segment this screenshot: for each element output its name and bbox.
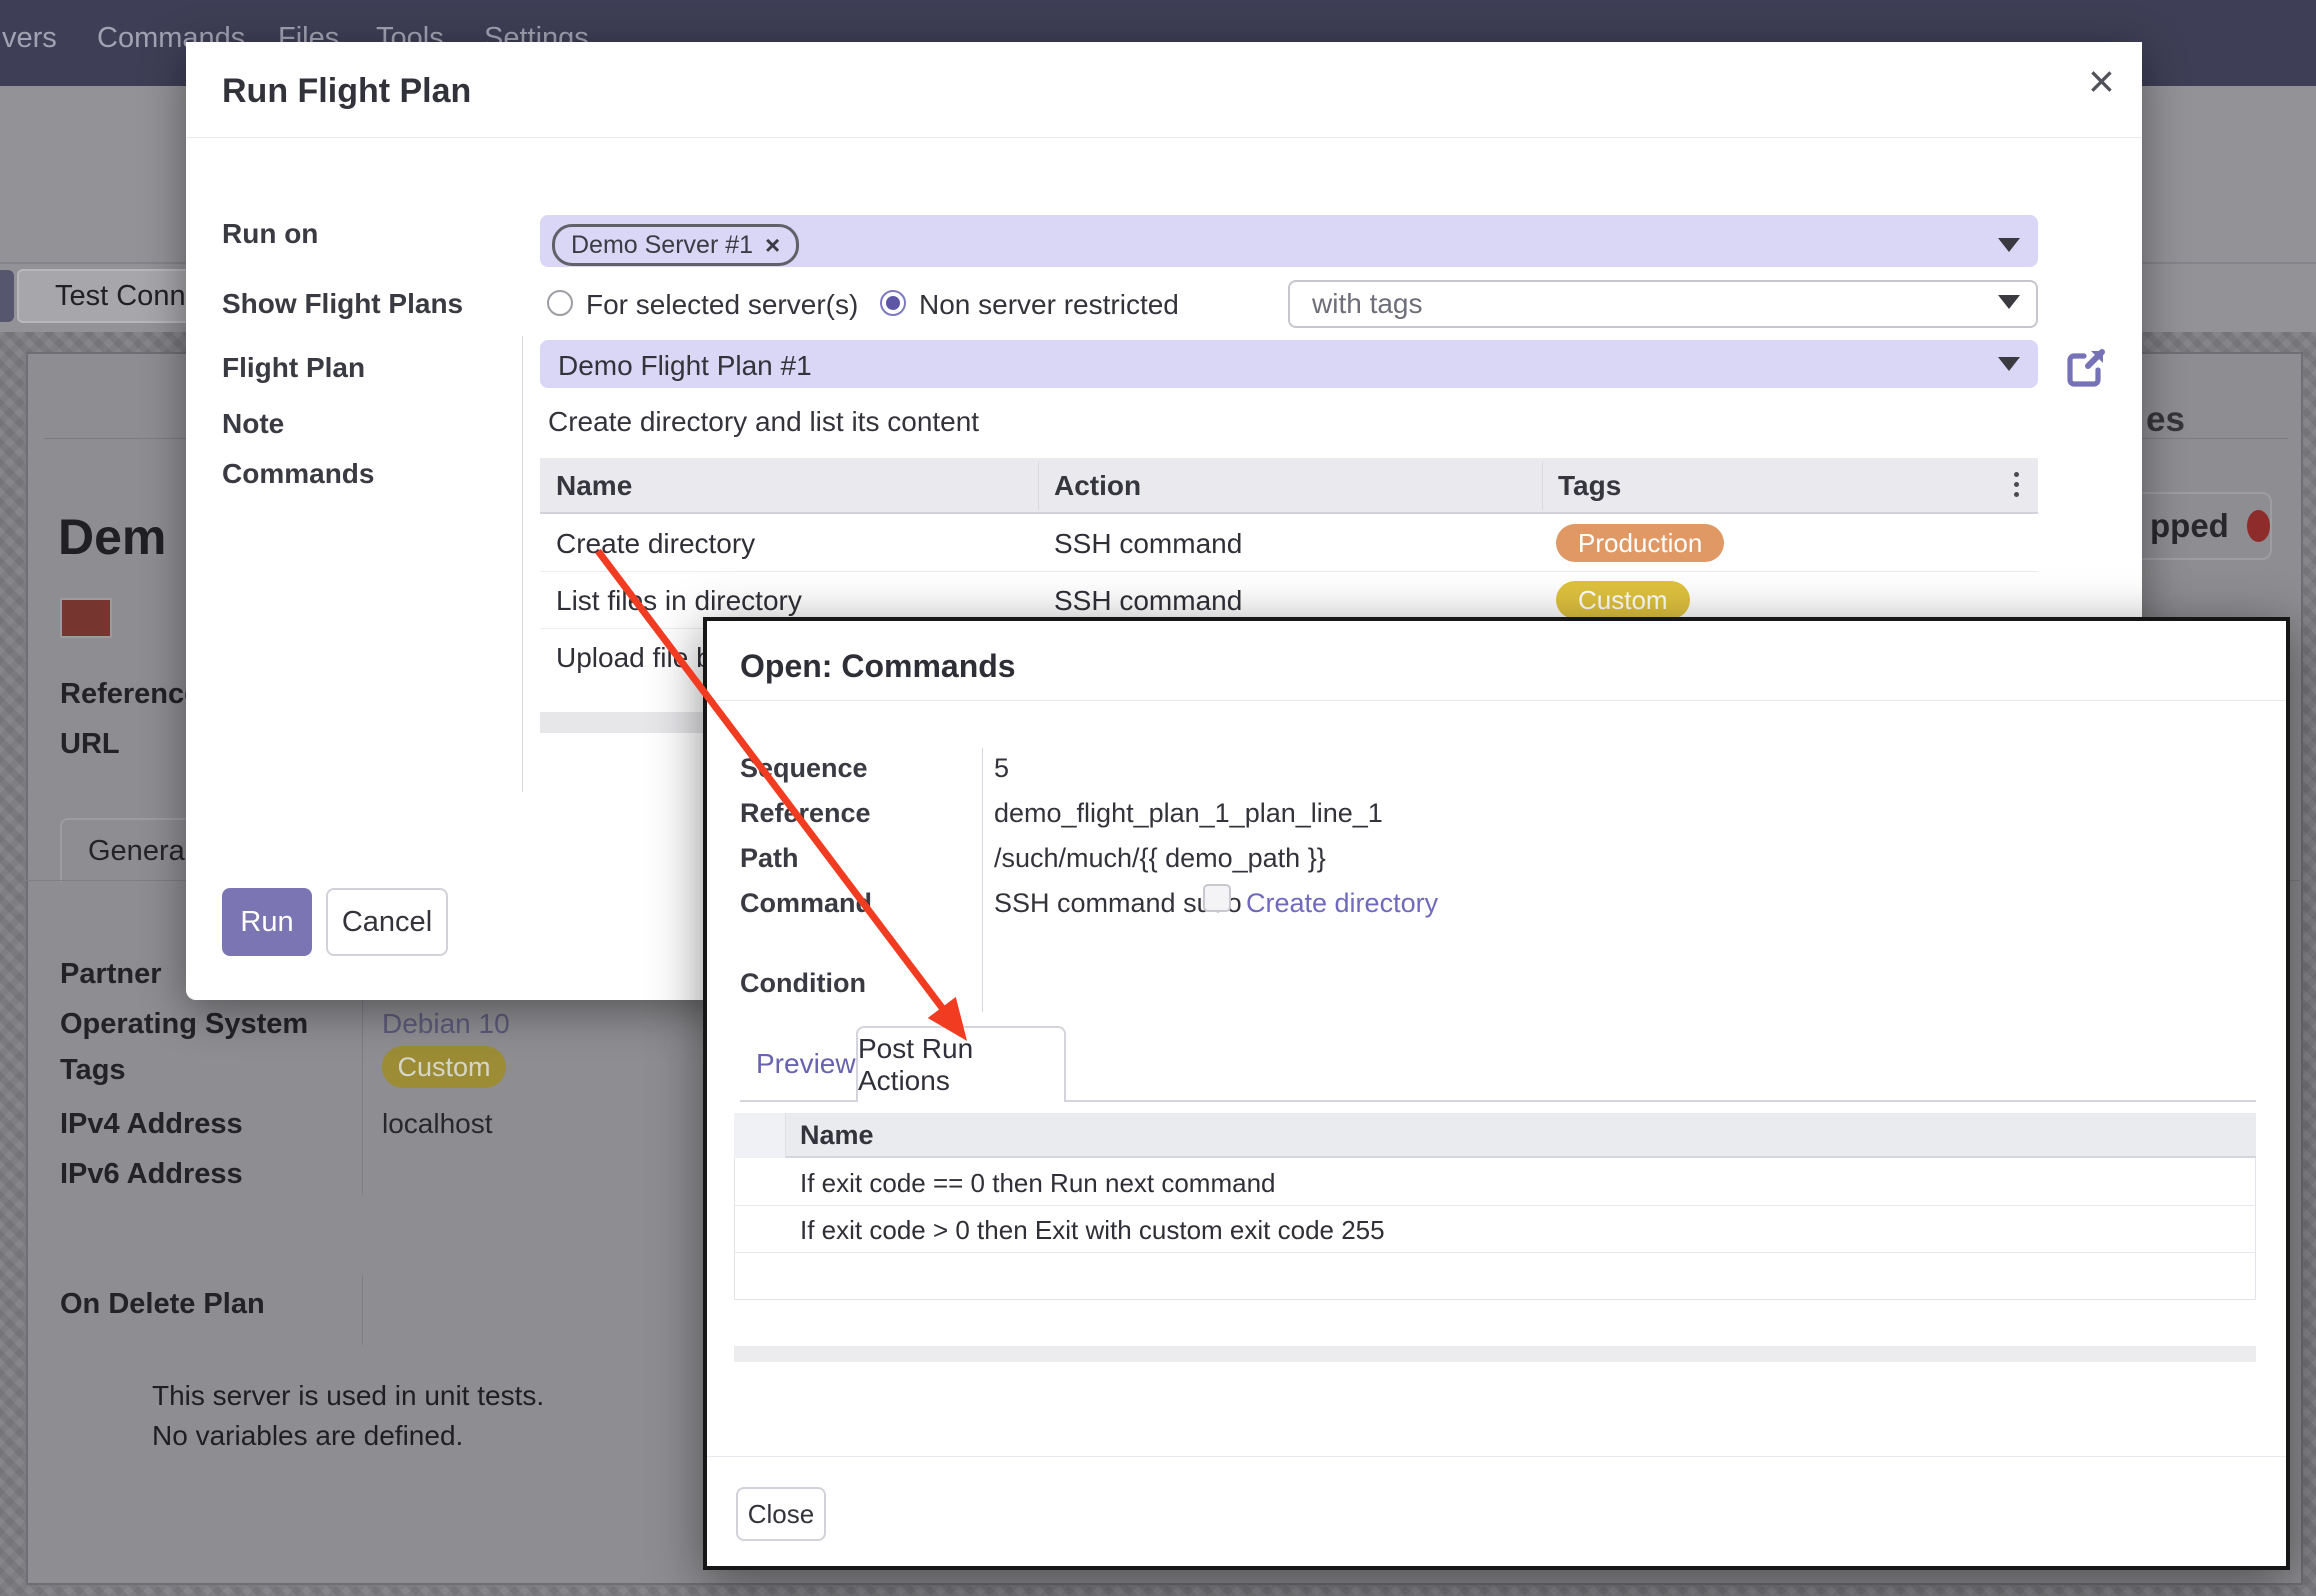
post-run-row[interactable]: If exit code > 0 then Exit with custom e… — [800, 1215, 1385, 1246]
operating-system-label: Operating System — [60, 1008, 308, 1041]
col-header-action[interactable]: Action — [1054, 470, 1141, 502]
table-hscrollbar[interactable] — [734, 1346, 2256, 1362]
note-label: Note — [222, 408, 284, 440]
tag-custom-badge: Custom — [1556, 581, 1690, 619]
col-header-name[interactable]: Name — [556, 470, 632, 502]
tabstrip-line — [740, 1100, 856, 1102]
ipv4-label: IPv4 Address — [60, 1108, 243, 1141]
reference-label: Reference — [740, 798, 871, 829]
radio-non-server-restricted-label[interactable]: Non server restricted — [919, 289, 1179, 321]
post-run-col-header-name[interactable]: Name — [800, 1120, 874, 1151]
tab-preview[interactable]: Preview — [756, 1048, 856, 1080]
edit-button-fragment[interactable] — [0, 270, 14, 322]
on-delete-plan-label: On Delete Plan — [60, 1288, 265, 1321]
radio-for-selected-servers-label[interactable]: For selected server(s) — [586, 289, 858, 321]
selected-server-tag[interactable]: Demo Server #1 × — [552, 224, 799, 266]
status-badge-text: pped — [2150, 507, 2229, 545]
col-header-tags[interactable]: Tags — [1558, 470, 1621, 502]
partner-label: Partner — [60, 958, 162, 991]
show-flight-plans-label: Show Flight Plans — [222, 288, 463, 320]
tags-label: Tags — [60, 1054, 126, 1087]
command-checkbox[interactable] — [1203, 884, 1231, 912]
path-label: Path — [740, 843, 799, 874]
tag-custom-badge: Custom — [382, 1046, 506, 1088]
external-link-icon[interactable] — [2062, 344, 2110, 392]
commands-label: Commands — [222, 458, 374, 490]
tab-post-run-actions[interactable]: Post Run Actions — [856, 1026, 1066, 1102]
status-dot-icon — [2247, 510, 2270, 542]
table-row-name[interactable]: Upload file by — [556, 642, 726, 674]
table-options-kebab-icon[interactable] — [2014, 472, 2019, 497]
commands-form-divider — [982, 748, 983, 1012]
flight-plan-value: Demo Flight Plan #1 — [558, 350, 812, 382]
commands-modal-header-divider — [707, 700, 2286, 701]
run-modal-title: Run Flight Plan — [222, 72, 471, 111]
row-divider — [734, 1205, 2256, 1206]
post-run-row[interactable]: If exit code == 0 then Run next command — [800, 1168, 1276, 1199]
operating-system-value[interactable]: Debian 10 — [382, 1008, 510, 1040]
cancel-button[interactable]: Cancel — [326, 888, 448, 956]
run-on-label: Run on — [222, 218, 318, 250]
commands-modal-title: Open: Commands — [740, 648, 1016, 685]
radio-for-selected-servers[interactable] — [547, 290, 573, 316]
with-tags-caret-icon[interactable] — [1998, 295, 2020, 309]
flight-plan-caret-icon[interactable] — [1998, 357, 2020, 371]
close-button[interactable]: Close — [736, 1487, 826, 1541]
reference-value: demo_flight_plan_1_plan_line_1 — [994, 798, 1383, 829]
remove-server-tag-icon[interactable]: × — [765, 230, 780, 261]
post-run-table-header — [734, 1113, 2256, 1158]
nav-item-servers[interactable]: vers — [2, 22, 57, 55]
unit-test-note-line2: No variables are defined. — [152, 1420, 463, 1452]
table-row-action: SSH command — [1054, 528, 1242, 560]
tabstrip-line — [1066, 1100, 2256, 1102]
tag-production-badge: Production — [1556, 524, 1724, 562]
url-label: URL — [60, 728, 120, 761]
run-on-caret-icon[interactable] — [1998, 238, 2020, 252]
table-row-name[interactable]: Create directory — [556, 528, 755, 560]
condition-label: Condition — [740, 968, 866, 999]
column-divider — [1038, 462, 1039, 510]
sequence-value: 5 — [994, 753, 1009, 784]
note-value: Create directory and list its content — [548, 406, 979, 438]
post-run-table-handle-column — [734, 1113, 786, 1158]
unit-test-note-line1: This server is used in unit tests. — [152, 1380, 544, 1412]
ipv4-value: localhost — [382, 1108, 493, 1140]
column-divider — [1542, 462, 1543, 510]
path-value: /such/much/{{ demo_path }} — [994, 843, 1326, 874]
form-column-divider-2 — [362, 1275, 363, 1345]
commands-table-header — [540, 458, 2038, 514]
flight-plan-label: Flight Plan — [222, 352, 365, 384]
command-label: Command — [740, 888, 872, 919]
table-row-name[interactable]: List files in directory — [556, 585, 802, 617]
row-divider — [734, 1252, 2256, 1253]
server-color-swatch[interactable] — [60, 598, 112, 638]
run-modal-close-icon[interactable]: × — [2088, 58, 2115, 104]
ipv6-label: IPv6 Address — [60, 1158, 243, 1191]
run-button[interactable]: Run — [222, 888, 312, 956]
right-heading-fragment: es — [2146, 400, 2185, 440]
create-directory-link[interactable]: Create directory — [1246, 888, 1438, 919]
table-row-action: SSH command — [1054, 585, 1242, 617]
with-tags-select[interactable]: with tags — [1288, 280, 2038, 328]
commands-modal-footer-divider — [707, 1456, 2286, 1457]
radio-non-server-restricted[interactable] — [880, 290, 906, 316]
reference-label: Reference — [60, 678, 200, 711]
sequence-label: Sequence — [740, 753, 868, 784]
run-modal-header-divider — [186, 137, 2142, 138]
row-divider — [540, 571, 2038, 572]
server-page-heading: Dem — [58, 508, 166, 566]
form-label-divider — [522, 336, 523, 792]
status-stopped-badge[interactable]: pped — [2142, 492, 2272, 560]
